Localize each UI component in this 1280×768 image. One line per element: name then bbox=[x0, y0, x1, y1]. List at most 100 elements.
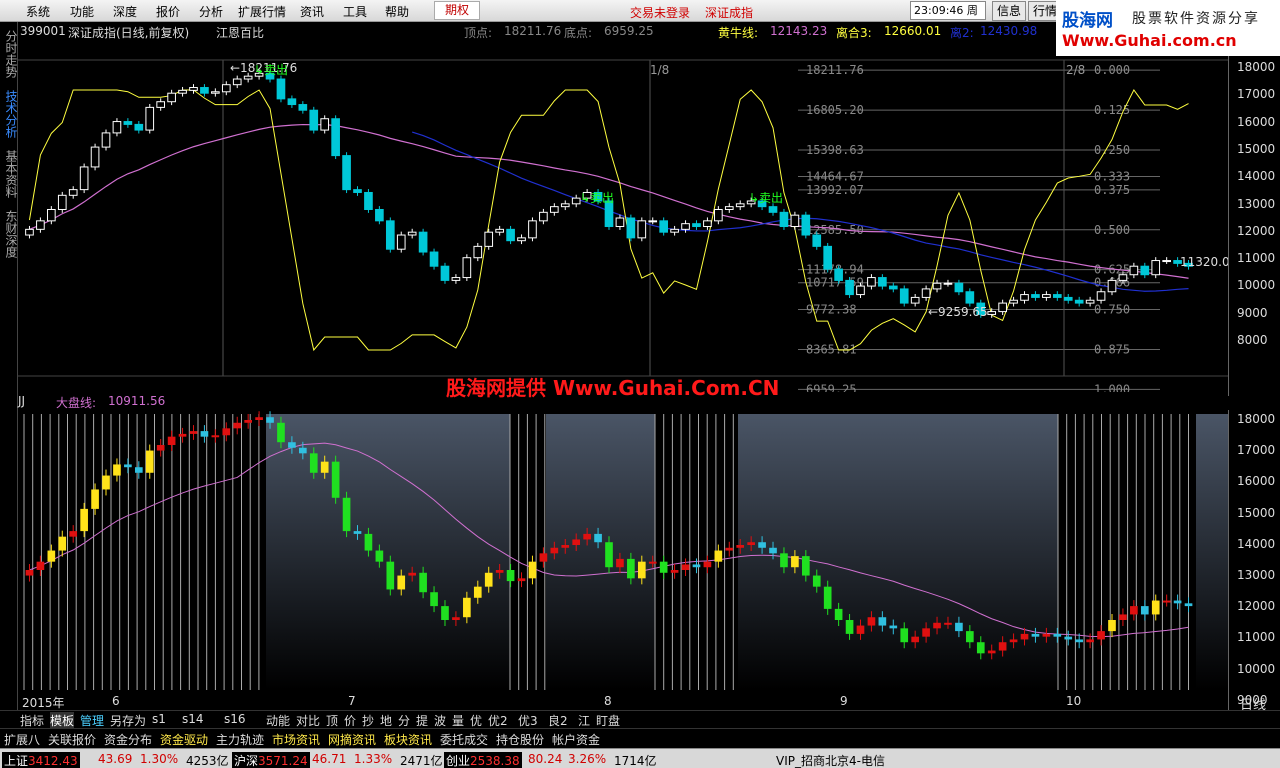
sidebar-tab-intraday[interactable]: 分时走势 bbox=[1, 30, 18, 78]
link-item[interactable]: 资金驱动 bbox=[160, 731, 208, 748]
link-item[interactable]: 板块资讯 bbox=[384, 731, 432, 748]
link-item[interactable]: 扩展八 bbox=[4, 731, 40, 748]
candle-body bbox=[495, 228, 504, 233]
sub-candle-body bbox=[517, 578, 526, 582]
menu-extended[interactable]: 扩展行情 bbox=[238, 3, 286, 19]
axis-tick-label: 12000 bbox=[1237, 223, 1276, 238]
sub-candle-body bbox=[102, 475, 110, 490]
signal-zone bbox=[24, 414, 266, 690]
sub-candle-body bbox=[758, 542, 766, 548]
sub-candle-body bbox=[911, 636, 919, 643]
candle-body bbox=[768, 206, 778, 213]
menu-quote[interactable]: 报价 bbox=[156, 3, 180, 19]
sub-candle-body bbox=[288, 442, 296, 448]
sub-candle-body bbox=[670, 570, 679, 573]
toolbar-item[interactable]: 顶 bbox=[326, 712, 338, 729]
hs-label: 沪深 bbox=[234, 754, 259, 768]
sh-index[interactable]: 上证3412.43 bbox=[2, 752, 80, 768]
candle-body bbox=[189, 87, 198, 91]
sub-candle-body bbox=[1053, 633, 1062, 637]
status-bar: 上证3412.43 43.69 1.30% 4253亿 沪深3571.24 46… bbox=[0, 748, 1280, 768]
toolbar-item[interactable]: 优 bbox=[470, 712, 482, 729]
toolbar-item[interactable]: 分 bbox=[398, 712, 410, 729]
toolbar-item[interactable]: 量 bbox=[452, 712, 464, 729]
link-item[interactable]: 关联报价 bbox=[48, 731, 96, 748]
toolbar-item[interactable]: 提 bbox=[416, 712, 428, 729]
sub-candle-body bbox=[408, 572, 417, 576]
toolbar-item[interactable]: 波 bbox=[434, 712, 446, 729]
indicator-toolbar: 指标 模板 管理 另存为 s1 s14 s16 动能 对比顶价抄地分提波量优优2 优3 良2 江盯盘 bbox=[0, 710, 1280, 729]
menu-options[interactable]: 期权 bbox=[434, 1, 481, 20]
toolbar-item[interactable]: 优2 bbox=[488, 712, 508, 729]
sub-candle-body bbox=[736, 545, 745, 548]
toolbar-item[interactable]: 管理 bbox=[80, 712, 104, 729]
toolbar-item[interactable]: 地 bbox=[380, 712, 392, 729]
ind1-label: 黄牛线: bbox=[718, 26, 759, 40]
gann-ratio-label: 0.250 bbox=[1094, 143, 1130, 157]
sh-pct: 1.30% bbox=[140, 752, 179, 766]
link-item[interactable]: 市场资讯 bbox=[272, 731, 320, 748]
toolbar-item[interactable]: 对比 bbox=[296, 712, 320, 729]
toolbar-item[interactable]: 江 bbox=[578, 712, 590, 729]
toolbar-item[interactable]: 良2 bbox=[548, 712, 568, 729]
toolbar-item[interactable]: 另存为 bbox=[110, 712, 146, 729]
toolbar-item[interactable]: 盯盘 bbox=[596, 712, 620, 729]
main-kline-chart[interactable]: 18211.76 0.000 16805.20 0.125 15398.63 0.250 1… bbox=[18, 40, 1228, 392]
menu-analysis[interactable]: 分析 bbox=[199, 3, 223, 19]
link-item[interactable]: 委托成交 bbox=[440, 731, 488, 748]
candle-body bbox=[90, 146, 100, 168]
axis-tick-label: 11000 bbox=[1237, 630, 1276, 645]
cy-pct: 3.26% bbox=[568, 752, 607, 766]
time-axis: 2015年 6 7 8 9 10 bbox=[18, 692, 1228, 710]
toolbar-item[interactable]: s1 bbox=[152, 712, 166, 726]
toolbar-item[interactable]: 指标 bbox=[20, 712, 44, 729]
link-item[interactable]: 帐户资金 bbox=[552, 731, 600, 748]
toolbar-item[interactable]: 动能 bbox=[266, 712, 290, 729]
sub-candle-body bbox=[1108, 620, 1116, 632]
menu-depth[interactable]: 深度 bbox=[113, 3, 137, 19]
candle-body bbox=[320, 118, 330, 131]
info-button[interactable]: 信息 bbox=[992, 1, 1027, 21]
toolbar-item[interactable]: s14 bbox=[182, 712, 204, 726]
toolbar-item[interactable]: 模板 bbox=[50, 712, 75, 729]
time-axis-month: 6 bbox=[112, 694, 120, 708]
sidebar-tab-technical[interactable]: 技术分析 bbox=[1, 90, 18, 138]
menu-news[interactable]: 资讯 bbox=[300, 3, 324, 19]
sidebar-tab-fundamental[interactable]: 基本资料 bbox=[1, 150, 18, 198]
link-item[interactable]: 持仓股份 bbox=[496, 731, 544, 748]
sub-candle-body bbox=[976, 642, 985, 654]
menu-tools[interactable]: 工具 bbox=[343, 3, 367, 19]
window-title: 深证成指 bbox=[705, 6, 754, 20]
candle-body bbox=[637, 220, 647, 239]
link-item[interactable]: 主力轨迹 bbox=[216, 731, 264, 748]
sub-kline-chart[interactable] bbox=[18, 392, 1228, 692]
menu-system[interactable]: 系统 bbox=[26, 3, 50, 19]
candle-body bbox=[200, 87, 209, 94]
sub-candle-body bbox=[955, 622, 963, 632]
toolbar-item[interactable]: 优3 bbox=[518, 712, 538, 729]
hs-index[interactable]: 沪深3571.24 bbox=[232, 752, 310, 768]
toolbar-item[interactable]: 抄 bbox=[362, 712, 374, 729]
axis-tick-label: 13000 bbox=[1237, 568, 1276, 582]
clock-time: 23:09:46 bbox=[914, 4, 964, 17]
candle-body bbox=[276, 78, 286, 100]
candle-body bbox=[987, 311, 997, 315]
sub-candle-body bbox=[605, 542, 613, 568]
menu-function[interactable]: 功能 bbox=[70, 3, 94, 19]
candle-body bbox=[1140, 265, 1150, 276]
link-item[interactable]: 资金分布 bbox=[104, 731, 152, 748]
candle-body bbox=[724, 206, 734, 210]
candle-body bbox=[375, 208, 384, 222]
toolbar-item[interactable]: s16 bbox=[224, 712, 246, 726]
toolbar-item[interactable]: 价 bbox=[344, 712, 356, 729]
sh-value: 3412.43 bbox=[28, 754, 78, 768]
candle-body bbox=[112, 121, 122, 134]
sidebar-tab-depth[interactable]: 东财深度 bbox=[1, 210, 18, 258]
sub-candle-body bbox=[189, 431, 198, 434]
candle-body bbox=[298, 104, 308, 111]
sub-candle-body bbox=[583, 533, 591, 540]
cy-index[interactable]: 创业2538.38 bbox=[444, 752, 522, 768]
link-item[interactable]: 网摘资讯 bbox=[328, 731, 376, 748]
menu-help[interactable]: 帮助 bbox=[385, 3, 409, 19]
chart-info-line: 399001 深证成指(日线,前复权) 江恩百比 顶点: 18211.76 底点… bbox=[18, 22, 1058, 40]
